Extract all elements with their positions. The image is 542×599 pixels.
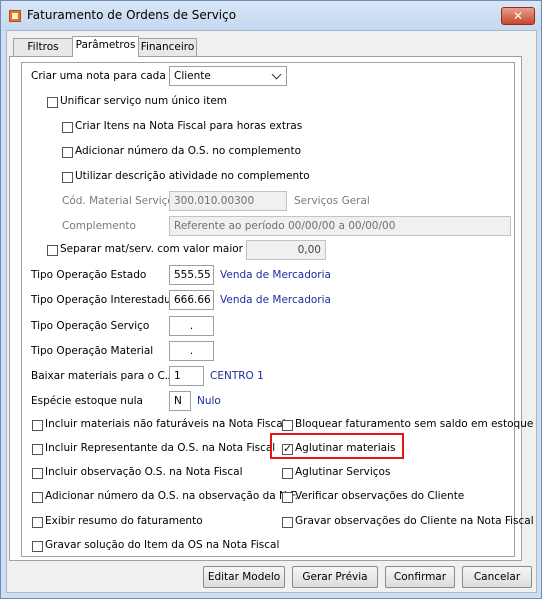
separar-label: Separar mat/serv. com valor maior que — [60, 243, 267, 255]
gerar-previa-button[interactable]: Gerar Prévia — [292, 566, 378, 588]
complemento-label: Complemento — [62, 220, 136, 232]
op-material-field[interactable]: . — [169, 341, 214, 361]
obs-os-label: Incluir observação O.S. na Nota Fiscal — [45, 466, 243, 478]
itens-horas-label: Criar Itens na Nota Fiscal para horas ex… — [75, 120, 303, 132]
separar-checkbox[interactable] — [47, 245, 58, 256]
especie-nula-label: Espécie estoque nula — [31, 395, 143, 407]
app-icon — [9, 10, 21, 22]
representante-checkbox[interactable] — [32, 444, 43, 455]
highlight-box — [270, 433, 404, 459]
editar-modelo-button[interactable]: Editar Modelo — [203, 566, 285, 588]
separar-valor-field[interactable]: 0,00 — [246, 240, 326, 260]
verificar-obs-label: Verificar observações do Cliente — [295, 490, 465, 502]
chevron-down-icon — [271, 69, 282, 80]
unificar-label: Unificar serviço num único item — [60, 95, 228, 107]
close-button[interactable]: ✕ — [501, 7, 535, 25]
op-estado-desc: Venda de Mercadoria — [220, 269, 331, 281]
num-os-complemento-label: Adicionar número da O.S. no complemento — [75, 145, 302, 157]
nao-faturaveis-checkbox[interactable] — [32, 420, 43, 431]
cod-material-desc: Serviços Geral — [294, 195, 370, 207]
tab-parametros[interactable]: Parâmetros — [72, 36, 139, 57]
bloquear-label: Bloquear faturamento sem saldo em estoqu… — [295, 418, 534, 430]
window-title: Faturamento de Ordens de Serviço — [27, 8, 237, 22]
desc-atividade-checkbox[interactable] — [62, 172, 73, 183]
bloquear-checkbox[interactable] — [282, 420, 293, 431]
nota-por-select[interactable]: Cliente — [169, 66, 287, 86]
title-bar: Faturamento de Ordens de Serviço ✕ — [1, 1, 541, 31]
nota-por-value: Cliente — [174, 70, 211, 82]
nao-faturaveis-label: Incluir materiais não faturáveis na Nota… — [45, 418, 286, 430]
desc-atividade-label: Utilizar descrição atividade no compleme… — [75, 170, 310, 182]
tab-filtros[interactable]: Filtros — [13, 38, 73, 56]
complemento-field[interactable]: Referente ao período 00/00/00 a 00/00/00 — [169, 216, 511, 236]
cod-material-field[interactable]: 300.010.00300 — [169, 191, 287, 211]
num-os-obs-checkbox[interactable] — [32, 492, 43, 503]
unificar-checkbox[interactable] — [47, 97, 58, 108]
cod-material-label: Cód. Material Serviço — [62, 195, 174, 207]
aglutinar-servicos-label: Aglutinar Serviços — [295, 466, 391, 478]
op-interestadual-field[interactable]: 666.66 — [169, 290, 214, 310]
op-servico-label: Tipo Operação Serviço — [31, 320, 150, 332]
resumo-checkbox[interactable] — [32, 517, 43, 528]
nota-por-label: Criar uma nota para cada — [31, 70, 166, 82]
parametros-group — [21, 62, 515, 557]
solucao-item-label: Gravar solução do Item da OS na Nota Fis… — [45, 539, 280, 551]
op-estado-label: Tipo Operação Estado — [31, 269, 147, 281]
op-servico-field[interactable]: . — [169, 316, 214, 336]
op-interestadual-label: Tipo Operação Interestadual — [31, 294, 181, 306]
gravar-obs-cliente-label: Gravar observações do Cliente na Nota Fi… — [295, 515, 534, 527]
baixar-ca-desc: CENTRO 1 — [210, 370, 264, 382]
baixar-ca-label: Baixar materiais para o C.A. — [31, 370, 179, 382]
op-interestadual-desc: Venda de Mercadoria — [220, 294, 331, 306]
op-material-label: Tipo Operação Material — [31, 345, 154, 357]
num-os-obs-label: Adicionar número da O.S. na observação d… — [45, 490, 298, 502]
itens-horas-checkbox[interactable] — [62, 122, 73, 133]
cancelar-button[interactable]: Cancelar — [462, 566, 532, 588]
tab-financeiro[interactable]: Financeiro — [138, 38, 197, 56]
obs-os-checkbox[interactable] — [32, 468, 43, 479]
representante-label: Incluir Representante da O.S. na Nota Fi… — [45, 442, 276, 454]
verificar-obs-checkbox[interactable] — [282, 492, 293, 503]
confirmar-button[interactable]: Confirmar — [385, 566, 455, 588]
especie-nula-field[interactable]: N — [169, 391, 191, 411]
solucao-item-checkbox[interactable] — [32, 541, 43, 552]
baixar-ca-field[interactable]: 1 — [169, 366, 204, 386]
especie-nula-desc: Nulo — [197, 395, 221, 407]
aglutinar-servicos-checkbox[interactable] — [282, 468, 293, 479]
resumo-label: Exibir resumo do faturamento — [45, 515, 203, 527]
num-os-complemento-checkbox[interactable] — [62, 147, 73, 158]
gravar-obs-cliente-checkbox[interactable] — [282, 517, 293, 528]
op-estado-field[interactable]: 555.55 — [169, 265, 214, 285]
